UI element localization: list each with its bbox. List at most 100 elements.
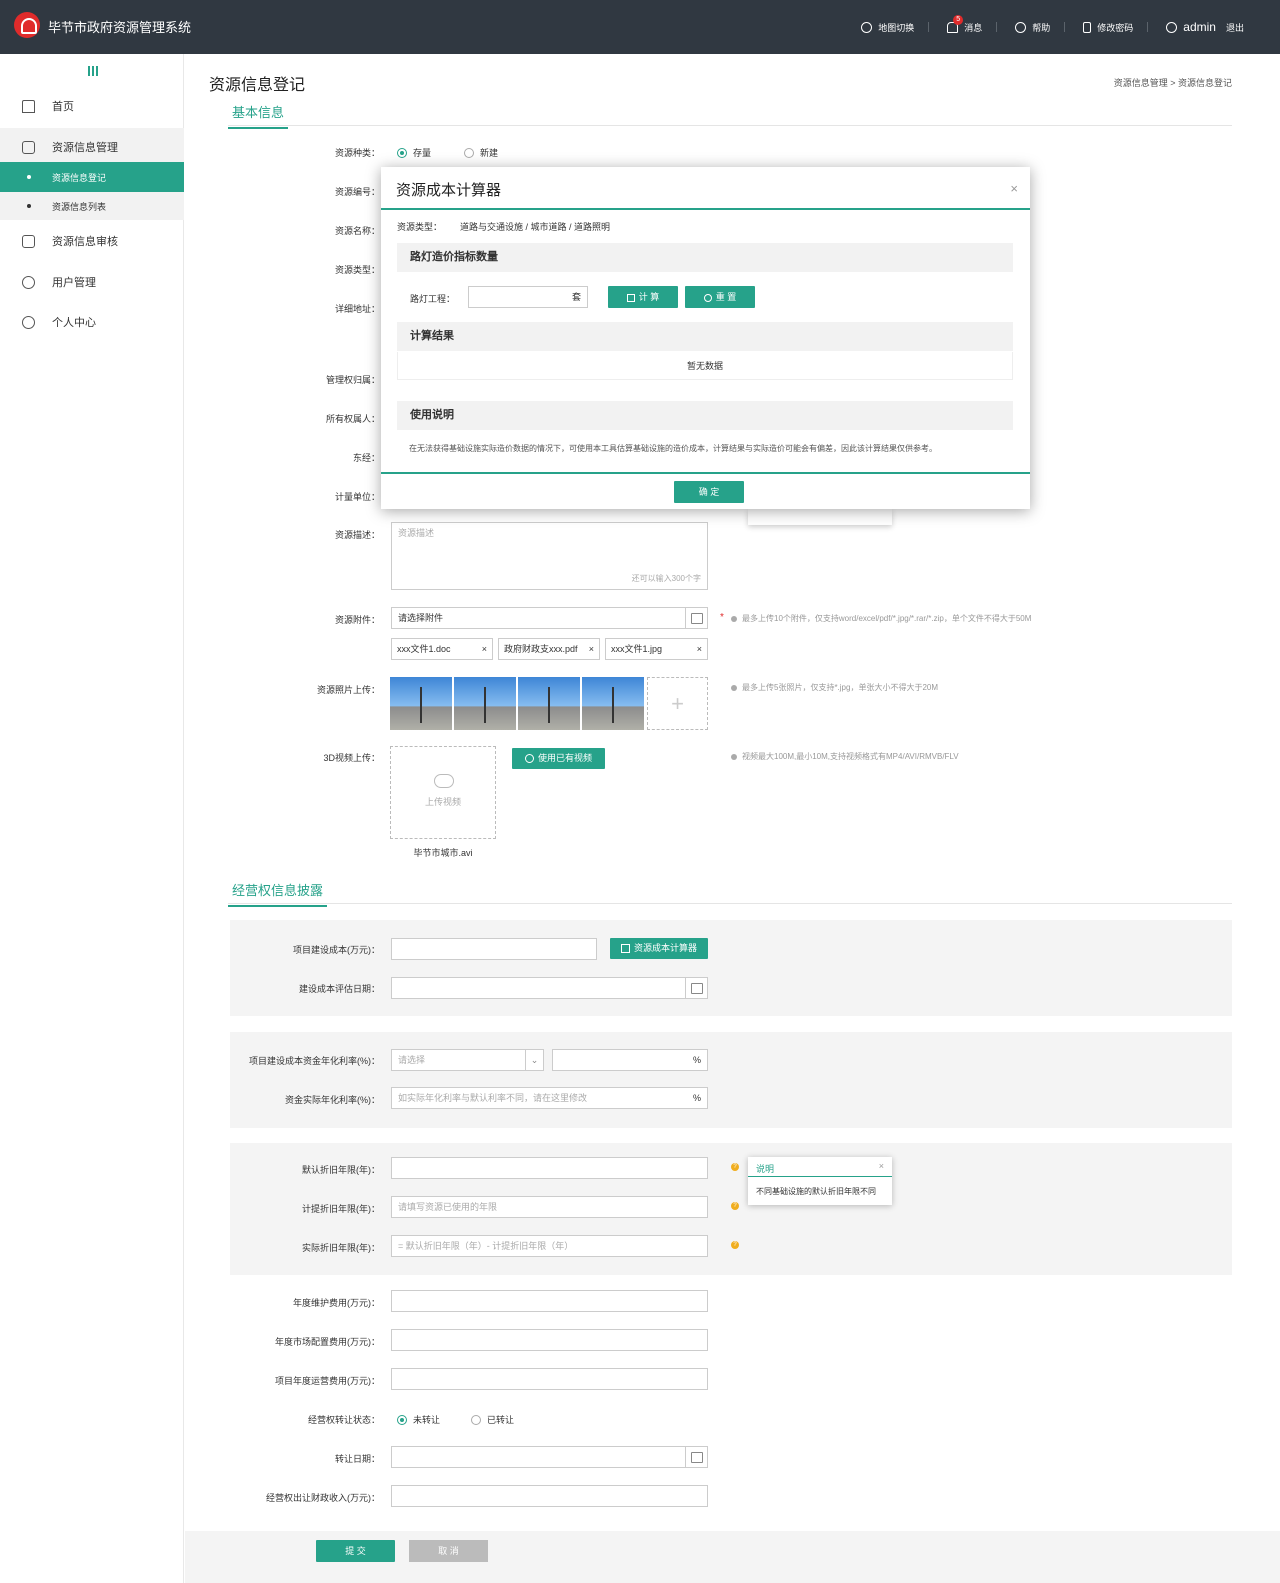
label-longitude: 东经： (352, 453, 380, 463)
accrued-placeholder: 请填写资源已使用的年限 (398, 1202, 498, 1212)
cost-calculator-button[interactable]: 资源成本计算器 (610, 938, 708, 959)
photo-thumbnail[interactable] (518, 677, 580, 730)
attachment-hint: 最多上传10个附件，仅支持word/excel/pdf/*.jpg/*.rar/… (731, 613, 1031, 624)
default-dep-input[interactable] (391, 1157, 708, 1179)
actual-rate-input[interactable]: 如实际年化利率与默认利率不同，请在这里修改 % (391, 1087, 708, 1109)
calendar-icon[interactable] (685, 978, 707, 998)
label-unit: 计量单位： (334, 492, 380, 502)
streetlight-input[interactable]: 套 (468, 286, 588, 308)
radio-not-transferred[interactable]: 未转让 (397, 1413, 440, 1426)
label-mgmt-right: 管理权归属： (325, 375, 380, 385)
confirm-button[interactable]: 确 定 (674, 481, 744, 503)
page-title: 资源信息登记 (209, 77, 306, 94)
streetlight-label: 路灯工程： (410, 294, 456, 304)
market-config-input[interactable] (391, 1329, 708, 1351)
use-existing-video-button[interactable]: 使用已有视频 (512, 748, 605, 769)
accrued-dep-input[interactable]: 请填写资源已使用的年限 (391, 1196, 708, 1218)
actual-dep-input[interactable]: = 默认折旧年限（年）- 计提折旧年限（年） (391, 1235, 708, 1257)
annual-rate-input[interactable]: % (552, 1049, 708, 1071)
top-bar: 毕节市政府资源管理系统 地图切换 5 消息 帮助 修改密码 admin 退出 (0, 0, 1280, 54)
menu-collapse-icon[interactable] (88, 66, 98, 76)
cloud-upload-icon (434, 774, 454, 788)
radio-new[interactable]: 新建 (464, 146, 498, 159)
button-label: 重 置 (715, 292, 737, 302)
radio-existing[interactable]: 存量 (397, 146, 431, 159)
operation-input[interactable] (391, 1368, 708, 1390)
sidebar-item-label: 资源信息登记 (52, 172, 107, 183)
required-marker: * (720, 612, 724, 623)
modal-divider (381, 208, 1030, 210)
remove-file-icon[interactable]: × (697, 639, 702, 659)
radio-transferred[interactable]: 已转让 (471, 1413, 514, 1426)
file-name: xxx文件1.jpg (611, 644, 663, 654)
refresh-icon (703, 293, 712, 302)
label-accrued-dep: 计提折旧年限(年)： (302, 1204, 380, 1214)
file-tag: xxx文件1.doc × (391, 638, 493, 660)
photo-thumbnail[interactable] (454, 677, 516, 730)
tooltip-title: 说明 (756, 1164, 775, 1174)
map-switch-link[interactable]: 地图切换 (861, 21, 914, 34)
file-name: xxx文件1.doc (397, 644, 451, 654)
band-calc-result: 计算结果 (397, 322, 1013, 351)
build-cost-input[interactable] (391, 938, 597, 960)
label-owner: 所有权属人： (325, 414, 380, 424)
radio-checked-icon (397, 1414, 407, 1425)
nav-divider (1064, 22, 1066, 32)
person-icon (22, 315, 35, 329)
label-fiscal-income: 经营权出让财政收入(万元)： (266, 1493, 380, 1503)
help-link[interactable]: 帮助 (1015, 21, 1050, 34)
remove-file-icon[interactable]: × (589, 639, 594, 659)
resource-type-row: 资源类型： 道路与交通设施 / 城市道路 / 道路照明 (397, 220, 610, 233)
cost-eval-date-input[interactable] (391, 977, 708, 999)
file-tag: 政府财政支xxx.pdf × (498, 638, 600, 660)
radio-label: 已转让 (487, 1415, 515, 1425)
resource-type-label: 资源类型： (397, 222, 443, 232)
label-resource-type: 资源类型： (334, 265, 380, 275)
video-file-name: 毕节市城市.avi (413, 848, 473, 858)
sidebar-item-home[interactable]: 首页 (0, 87, 184, 125)
help-question-icon[interactable]: ? (731, 1241, 739, 1249)
sidebar-item-label: 资源信息列表 (52, 201, 107, 212)
calculate-button[interactable]: 计 算 (608, 286, 678, 308)
close-icon[interactable]: × (879, 1161, 884, 1171)
logout-link[interactable]: 退出 (1226, 21, 1244, 34)
add-photo-button[interactable]: + (647, 677, 708, 730)
rate-select[interactable]: 请选择 ⌄ (391, 1049, 544, 1071)
close-icon[interactable]: × (1010, 181, 1018, 196)
photo-thumbnail[interactable] (390, 677, 452, 730)
label-attachment: 资源附件： (334, 615, 380, 625)
radio-label: 未转让 (413, 1415, 441, 1425)
messages-link[interactable]: 5 消息 (947, 14, 982, 34)
usage-description: 在无法获得基础设施实际造价数据的情况下，可使用本工具估算基础设施的造价成本，计算… (409, 444, 937, 453)
attachment-input[interactable]: 请选择附件 (391, 607, 708, 629)
percent-suffix: % (692, 1093, 701, 1103)
username: admin (1183, 20, 1216, 34)
photo-thumbnail[interactable] (582, 677, 644, 730)
submit-button[interactable]: 提 交 (316, 1540, 395, 1562)
change-password-link[interactable]: 修改密码 (1083, 21, 1133, 34)
reset-button[interactable]: 重 置 (685, 286, 755, 308)
label-operation: 项目年度运营费用(万元)： (275, 1376, 380, 1386)
description-textarea[interactable]: 资源描述 还可以输入300个字 (391, 522, 708, 590)
fiscal-income-input[interactable] (391, 1485, 708, 1507)
attachment-placeholder: 请选择附件 (398, 613, 444, 623)
users-icon (22, 275, 35, 289)
radio-checked-icon (397, 147, 407, 158)
cancel-button[interactable]: 取 消 (409, 1540, 488, 1562)
label-address: 详细地址： (334, 304, 380, 314)
folder-icon[interactable] (685, 608, 707, 628)
help-question-icon[interactable]: ? (731, 1202, 739, 1210)
label-resource-name: 资源名称： (334, 226, 380, 236)
maintenance-input[interactable] (391, 1290, 708, 1312)
section-operating-info: 经营权信息披露 (227, 878, 1232, 907)
remove-file-icon[interactable]: × (482, 639, 487, 659)
calculator-icon (626, 293, 635, 302)
help-question-icon[interactable]: ? (731, 1163, 739, 1171)
video-upload-box[interactable]: 上传视频 (390, 746, 496, 839)
label-actual-rate: 资金实际年化利率(%)： (285, 1095, 380, 1105)
label-resource-code: 资源编号： (334, 187, 380, 197)
transfer-date-input[interactable] (391, 1446, 708, 1468)
user-menu[interactable]: admin 退出 (1166, 20, 1244, 34)
cost-calculator-modal: 资源成本计算器 × 资源类型： 道路与交通设施 / 城市道路 / 道路照明 路灯造… (381, 167, 1030, 509)
calendar-icon[interactable] (685, 1447, 707, 1467)
